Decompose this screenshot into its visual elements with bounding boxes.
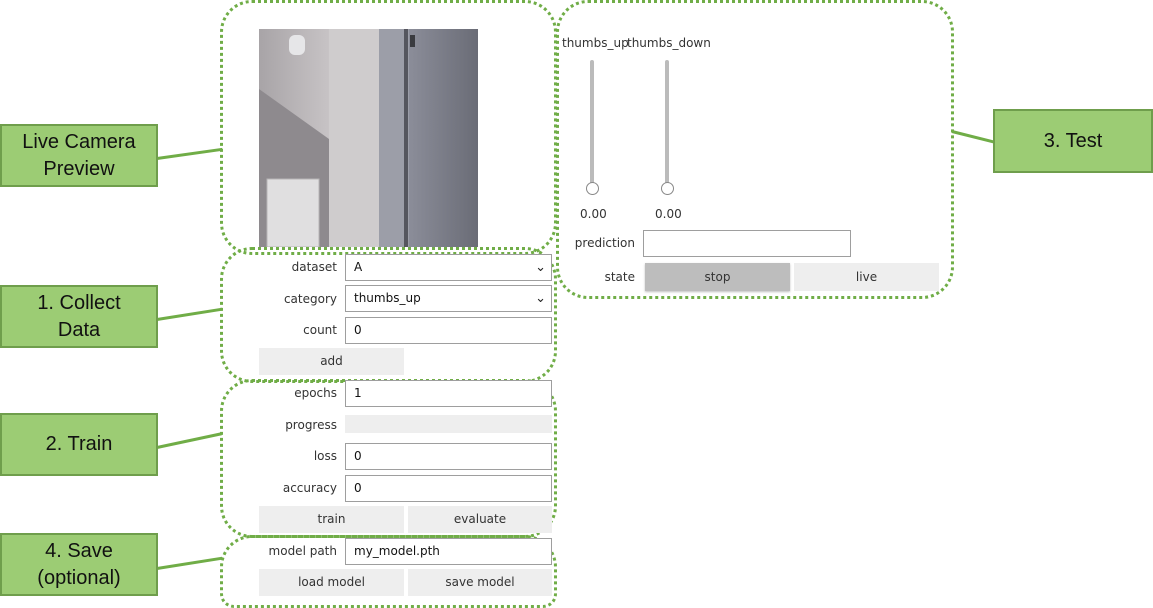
chevron-down-icon: ⌄ bbox=[535, 291, 546, 306]
category-select[interactable]: thumbs_up ⌄ bbox=[345, 285, 552, 312]
dataset-label: dataset bbox=[291, 260, 337, 274]
slider-thumbs-down-value: 0.00 bbox=[655, 207, 682, 221]
slider-thumbs-up-value: 0.00 bbox=[580, 207, 607, 221]
chevron-down-icon: ⌄ bbox=[535, 260, 546, 275]
slider-thumbs-up-title: thumbs_up bbox=[562, 36, 629, 50]
save-model-button[interactable]: save model bbox=[408, 569, 552, 596]
model-path-field[interactable]: my_model.pth bbox=[345, 538, 552, 565]
add-button[interactable]: add bbox=[259, 348, 404, 375]
connector-test bbox=[951, 130, 996, 144]
slider-thumbs-down-title: thumbs_down bbox=[627, 36, 711, 50]
prediction-label: prediction bbox=[574, 236, 635, 250]
dataset-select[interactable]: A ⌄ bbox=[345, 254, 552, 281]
epochs-field[interactable]: 1 bbox=[345, 380, 552, 407]
callout-save: 4. Save (optional) bbox=[0, 533, 158, 596]
callout-train: 2. Train bbox=[0, 413, 158, 476]
state-label: state bbox=[604, 270, 635, 284]
progress-bar bbox=[345, 415, 552, 433]
model-path-label: model path bbox=[268, 544, 337, 558]
evaluate-button[interactable]: evaluate bbox=[408, 506, 552, 533]
callout-test: 3. Test bbox=[993, 109, 1153, 173]
accuracy-field[interactable]: 0 bbox=[345, 475, 552, 502]
callout-collect-data: 1. Collect Data bbox=[0, 285, 158, 348]
epochs-label: epochs bbox=[294, 386, 337, 400]
slider-thumbs-down-handle[interactable] bbox=[661, 181, 674, 195]
prediction-field[interactable] bbox=[643, 230, 851, 257]
connector-collect bbox=[156, 307, 223, 321]
count-field[interactable]: 0 bbox=[345, 317, 552, 344]
connector-live bbox=[156, 147, 223, 160]
callout-live-camera-preview: Live Camera Preview bbox=[0, 124, 158, 187]
loss-label: loss bbox=[313, 449, 337, 463]
load-model-button[interactable]: load model bbox=[259, 569, 404, 596]
accuracy-label: accuracy bbox=[282, 481, 337, 495]
camera-preview-image bbox=[259, 29, 478, 247]
slider-thumbs-up-handle[interactable] bbox=[586, 181, 599, 195]
loss-field[interactable]: 0 bbox=[345, 443, 552, 470]
category-label: category bbox=[283, 292, 337, 306]
slider-thumbs-down-track[interactable] bbox=[665, 60, 669, 190]
dataset-select-value: A bbox=[354, 260, 363, 274]
category-select-value: thumbs_up bbox=[354, 291, 421, 305]
state-stop-toggle[interactable]: stop bbox=[645, 263, 790, 291]
state-live-toggle[interactable]: live bbox=[794, 263, 939, 291]
connector-save bbox=[156, 556, 223, 570]
count-label: count bbox=[303, 323, 337, 337]
slider-thumbs-up-track[interactable] bbox=[590, 60, 594, 190]
progress-label: progress bbox=[285, 418, 337, 432]
connector-train bbox=[156, 432, 222, 449]
camera-frame-graphic bbox=[259, 29, 478, 247]
train-button[interactable]: train bbox=[259, 506, 404, 533]
